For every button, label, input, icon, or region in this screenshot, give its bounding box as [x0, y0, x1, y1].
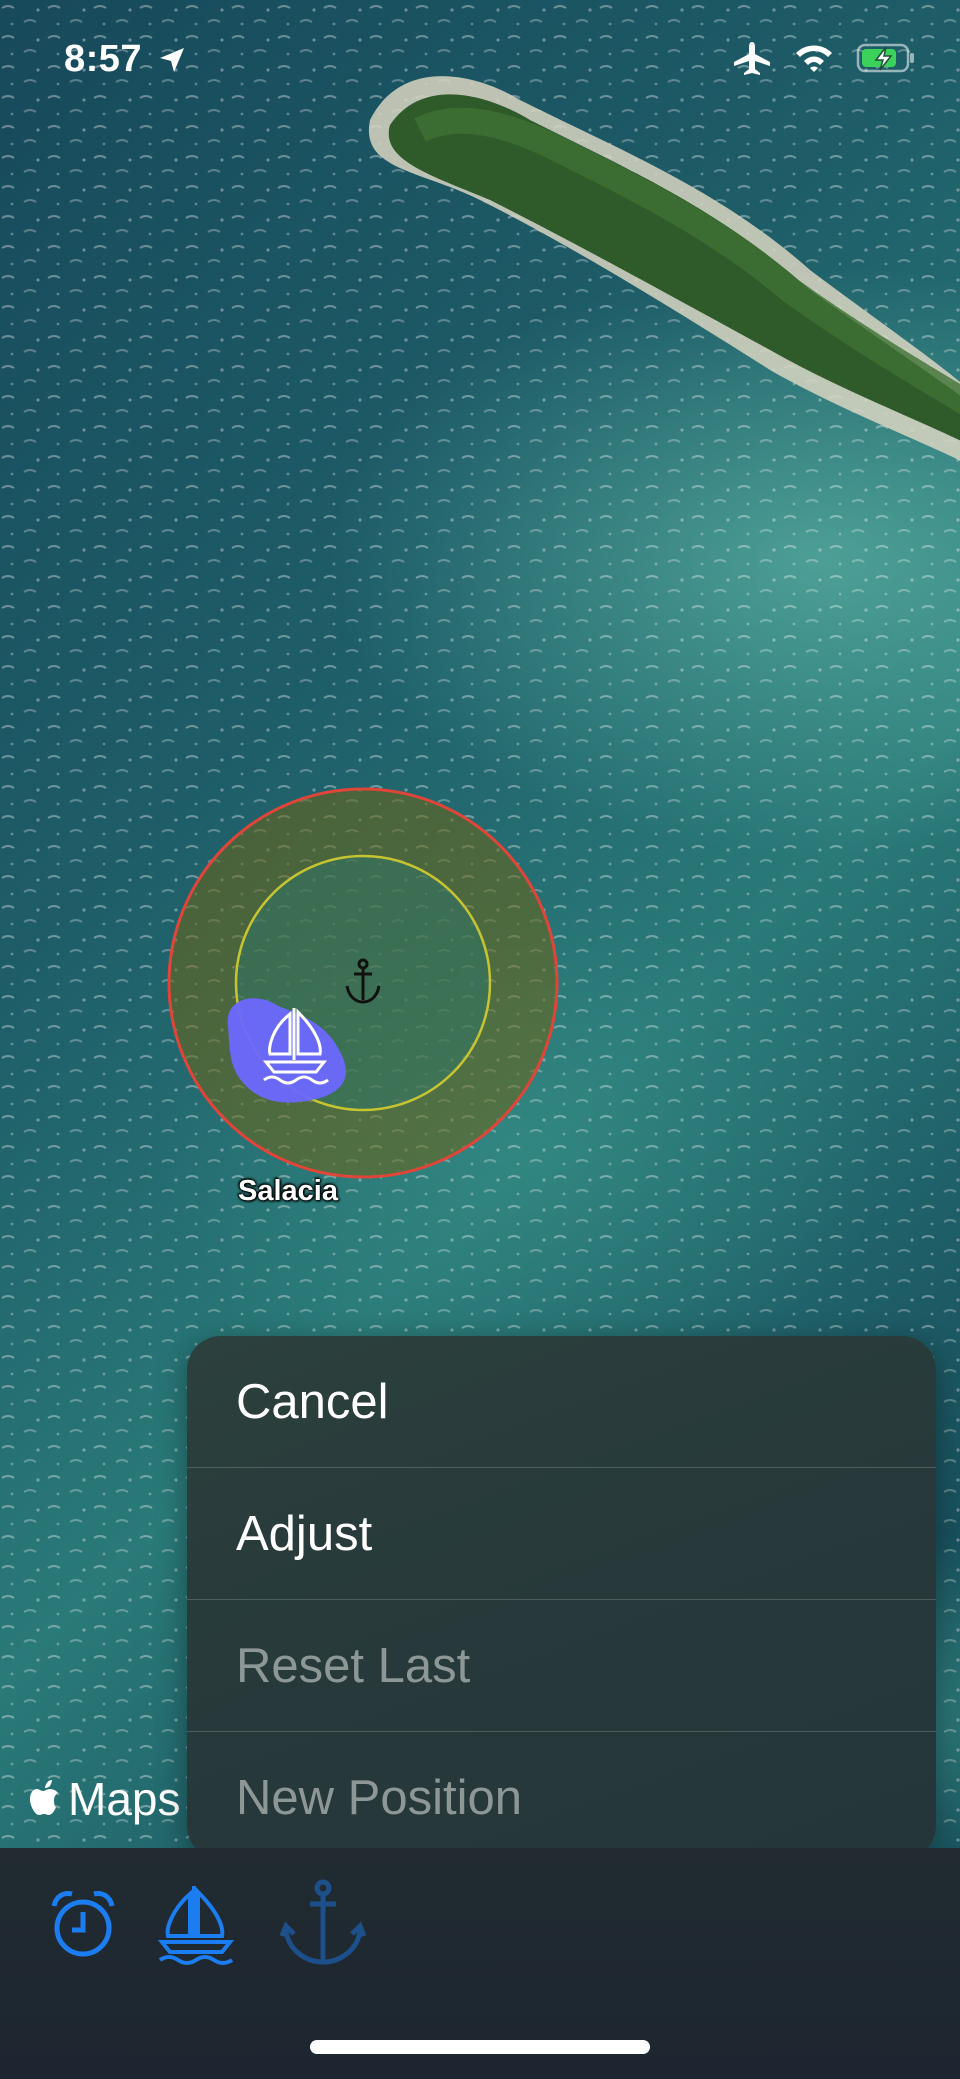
menu-item-adjust[interactable]: Adjust: [187, 1468, 936, 1600]
menu-item-reset-last: Reset Last: [187, 1600, 936, 1732]
anchor-alarm-zone[interactable]: [166, 786, 560, 1180]
anchor-icon: [279, 1879, 367, 1965]
menu-item-cancel[interactable]: Cancel: [187, 1336, 936, 1468]
location-arrow-icon: [160, 48, 184, 72]
sailboat-icon: [157, 1886, 235, 1965]
maps-brand-label: Maps: [68, 1773, 181, 1825]
airplane-icon: [734, 42, 770, 75]
anchor-action-menu: Cancel Adjust Reset Last New Position: [187, 1336, 936, 1860]
wifi-icon: [796, 45, 832, 72]
home-indicator[interactable]: [310, 2040, 650, 2054]
battery-charging-icon: [856, 43, 914, 73]
boat-name-label: Salacia: [238, 1175, 338, 1207]
alarm-clock-icon: [51, 1891, 115, 1957]
apple-maps-logo: Maps: [30, 1772, 180, 1826]
status-bar: 8:57: [0, 0, 960, 130]
tab-alarm[interactable]: [50, 1888, 116, 1965]
menu-item-new-position: New Position: [236, 1771, 522, 1825]
tab-anchor[interactable]: [279, 1878, 367, 1973]
tab-boat[interactable]: [157, 1882, 235, 1971]
status-time: 8:57: [64, 38, 143, 80]
apple-logo-icon: [30, 1780, 58, 1815]
